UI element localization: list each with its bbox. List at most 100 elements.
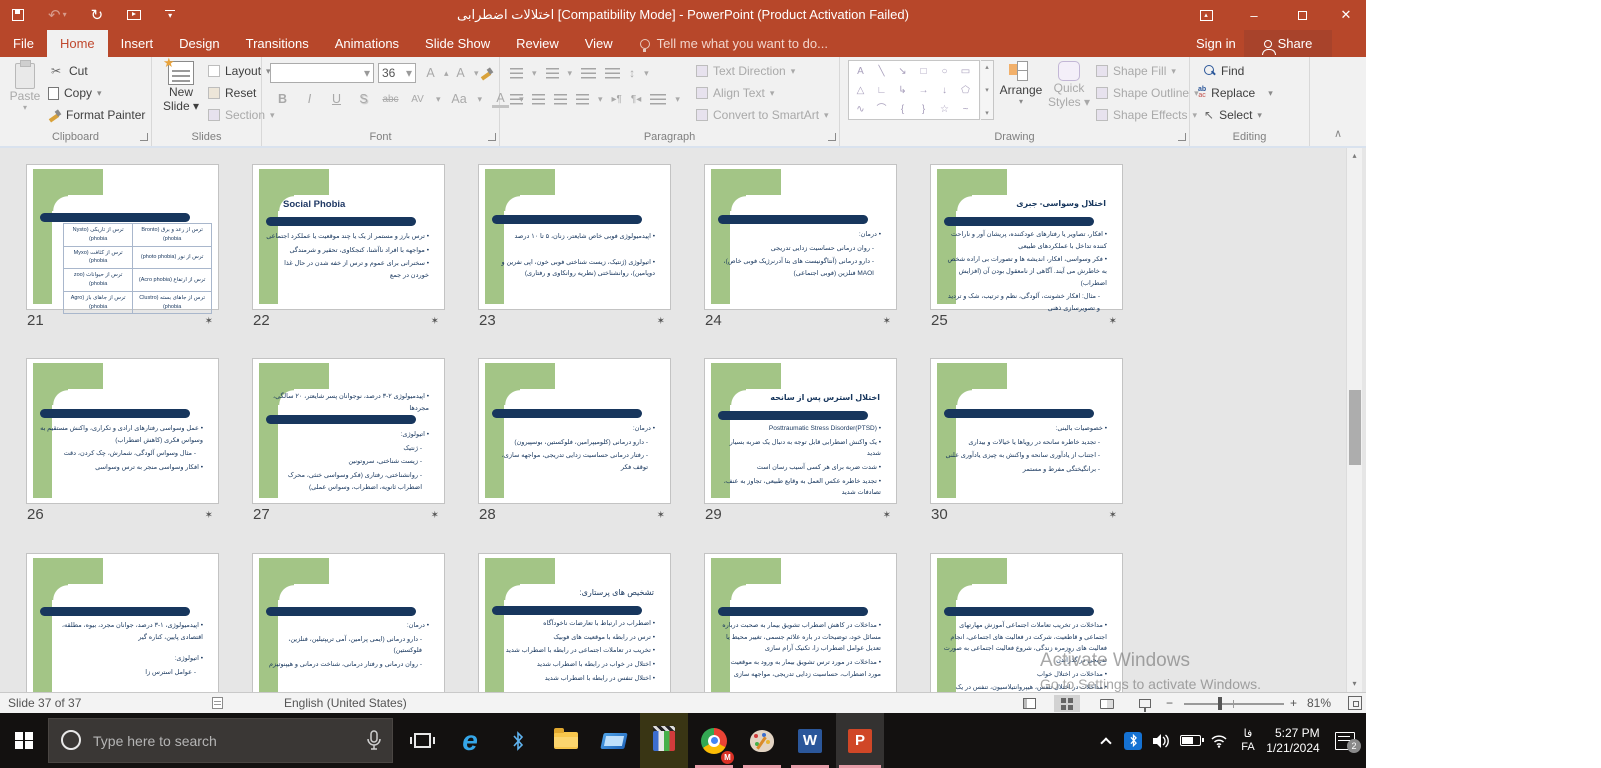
new-slide-button[interactable]: ★ New Slide ▾ bbox=[158, 61, 204, 113]
shrink-font-button[interactable]: A▾ bbox=[452, 63, 479, 83]
reading-view-button[interactable] bbox=[1094, 695, 1120, 712]
change-case-button[interactable]: Aa bbox=[451, 92, 468, 106]
sign-in-link[interactable]: Sign in bbox=[1196, 30, 1236, 57]
shape-fill-button[interactable]: Shape Fill▾ bbox=[1096, 61, 1176, 81]
bullets-button[interactable] bbox=[510, 68, 523, 79]
slide-thumbnail-34[interactable]: مداخلات در کاهش اضطراب تشویق بیمار به صح… bbox=[704, 553, 897, 692]
fit-to-window-button[interactable] bbox=[1348, 696, 1362, 710]
convert-to-smartart-button[interactable]: Convert to SmartArt▾ bbox=[696, 105, 829, 125]
text-direction-button[interactable]: Text Direction▾ bbox=[696, 61, 795, 81]
tab-insert[interactable]: Insert bbox=[108, 30, 167, 57]
font-size-combo[interactable]: 36▾ bbox=[378, 63, 416, 83]
shape-star-icon[interactable]: ☆ bbox=[934, 100, 955, 119]
slide-thumbnail-26[interactable]: عمل وسواسی رفتارهای ارادی و تکراری، واکن… bbox=[26, 358, 219, 504]
restore-button[interactable] bbox=[1280, 0, 1324, 30]
collapse-ribbon-button[interactable]: ∧ bbox=[1334, 127, 1342, 140]
ribbon-display-options-button[interactable]: ▴ bbox=[1184, 0, 1228, 30]
tab-slide-show[interactable]: Slide Show bbox=[412, 30, 503, 57]
clipboard-dialog-launcher[interactable] bbox=[140, 133, 148, 141]
slide-thumbnail-35[interactable]: مداخلات در تخریب تعاملات اجتماعی آموزش م… bbox=[930, 553, 1123, 692]
shape-down-arrow-icon[interactable]: ↓ bbox=[934, 81, 955, 100]
tab-file[interactable]: File bbox=[0, 30, 47, 57]
shapes-gallery[interactable]: A╲↘□○▭ △∟↳→↓⬠ ∿⌒{}☆~ bbox=[848, 60, 980, 120]
shape-arrow-line-icon[interactable]: ↘ bbox=[892, 62, 913, 81]
tab-transitions[interactable]: Transitions bbox=[233, 30, 322, 57]
arrange-button[interactable]: Arrange ▾ bbox=[998, 61, 1044, 106]
slide-thumbnail-27[interactable]: اپیدمیولوژی ۲-۳ درصد، نوجوانان پسر شایعت… bbox=[252, 358, 445, 504]
shape-pentagon-icon[interactable]: ⬠ bbox=[955, 81, 976, 100]
action-center-button[interactable]: 2 bbox=[1328, 713, 1362, 768]
shape-line-icon[interactable]: ╲ bbox=[871, 62, 892, 81]
shapes-more-icon[interactable]: ▾ bbox=[985, 109, 989, 117]
shape-scribble-icon[interactable]: ∿ bbox=[850, 100, 871, 119]
columns-button[interactable] bbox=[650, 94, 666, 105]
customize-qat-button[interactable]: ▾ bbox=[165, 10, 175, 20]
shapes-scroll-up-icon[interactable]: ▴ bbox=[985, 63, 989, 71]
format-painter-button[interactable]: Format Painter bbox=[48, 105, 145, 125]
shape-arc-icon[interactable]: ⌒ bbox=[871, 100, 892, 119]
normal-view-button[interactable] bbox=[1016, 695, 1042, 712]
shape-outline-button[interactable]: Shape Outline▾ bbox=[1096, 83, 1199, 103]
grow-font-button[interactable]: A▴ bbox=[422, 63, 449, 83]
task-view-button[interactable] bbox=[400, 713, 444, 768]
text-shadow-button[interactable]: S bbox=[355, 92, 372, 106]
tray-battery[interactable] bbox=[1176, 713, 1204, 768]
slide-thumbnail-31[interactable]: اپیدمیولوژی، ۱-۳ درصد، جوانان مجرد، بیوه… bbox=[26, 553, 219, 692]
taskbar-chrome[interactable]: M bbox=[692, 713, 736, 768]
align-text-button[interactable]: Align Text▾ bbox=[696, 83, 774, 103]
slide-thumbnail-21[interactable]: ترس از رعد و برق (Bronto phobia)ترس از ت… bbox=[26, 164, 219, 310]
shape-elbow-arrow-icon[interactable]: ↳ bbox=[892, 81, 913, 100]
minimize-button[interactable]: – bbox=[1232, 0, 1276, 30]
zoom-slider-track[interactable] bbox=[1184, 703, 1284, 705]
rtl-direction-button[interactable]: ¶◂ bbox=[631, 94, 641, 105]
microphone-icon[interactable] bbox=[367, 730, 381, 752]
tray-show-hidden-icons[interactable] bbox=[1094, 713, 1118, 768]
shape-right-arrow-icon[interactable]: → bbox=[913, 81, 934, 100]
scrollbar-thumb[interactable] bbox=[1349, 390, 1361, 465]
tab-design[interactable]: Design bbox=[166, 30, 232, 57]
save-button[interactable] bbox=[12, 9, 24, 21]
font-dialog-launcher[interactable] bbox=[488, 133, 496, 141]
share-button[interactable]: Share bbox=[1244, 30, 1332, 57]
shape-rounded-rect-icon[interactable]: ▭ bbox=[955, 62, 976, 81]
slide-thumbnail-22[interactable]: Social Phobia ترس بارز و مستمر از یک یا … bbox=[252, 164, 445, 310]
scroll-down-arrow[interactable]: ▾ bbox=[1347, 676, 1362, 692]
shape-brace-right-icon[interactable]: } bbox=[913, 100, 934, 119]
shape-rectangle-icon[interactable]: □ bbox=[913, 62, 934, 81]
undo-button[interactable]: ↶▾ bbox=[48, 8, 67, 23]
shape-elbow-icon[interactable]: ∟ bbox=[871, 81, 892, 100]
tab-view[interactable]: View bbox=[572, 30, 626, 57]
search-input[interactable] bbox=[93, 719, 343, 762]
italic-button[interactable]: I bbox=[301, 92, 318, 106]
taskbar-word[interactable]: W bbox=[788, 713, 832, 768]
find-button[interactable]: Find bbox=[1204, 61, 1244, 81]
slide-thumbnail-23[interactable]: اپیدمیولوژی فوبی خاص شایعتر، زنان، ۵ تا … bbox=[478, 164, 671, 310]
start-button[interactable] bbox=[0, 713, 48, 768]
slide-sorter-view-button[interactable] bbox=[1054, 695, 1080, 712]
slide-thumbnail-24[interactable]: درمان: روان درمانی حساسیت زدایی تدریجی د… bbox=[704, 164, 897, 310]
taskbar-powerpoint[interactable]: P bbox=[836, 713, 884, 768]
copy-button[interactable]: Copy▾ bbox=[48, 83, 102, 103]
shapes-gallery-scroll[interactable]: ▴▾▾ bbox=[981, 60, 994, 120]
strikethrough-button[interactable]: abc bbox=[382, 94, 399, 105]
tab-animations[interactable]: Animations bbox=[322, 30, 412, 57]
numbering-button[interactable] bbox=[546, 68, 559, 79]
shape-textbox-icon[interactable]: A bbox=[850, 62, 871, 81]
align-center-button[interactable] bbox=[532, 94, 545, 105]
shape-curve-icon[interactable]: ~ bbox=[955, 100, 976, 119]
vertical-scrollbar[interactable]: ▴ ▾ bbox=[1346, 148, 1362, 692]
tab-home[interactable]: Home bbox=[47, 30, 108, 57]
justify-button[interactable] bbox=[576, 94, 589, 105]
cut-button[interactable]: ✂Cut bbox=[48, 61, 88, 81]
shape-effects-button[interactable]: Shape Effects▾ bbox=[1096, 105, 1197, 125]
tray-language[interactable]: فاFA bbox=[1234, 713, 1262, 768]
align-right-button[interactable] bbox=[554, 94, 567, 105]
shape-brace-left-icon[interactable]: { bbox=[892, 100, 913, 119]
taskbar-blue-app[interactable] bbox=[592, 713, 636, 768]
slide-sorter-pane[interactable]: ترس از رعد و برق (Bronto phobia)ترس از ت… bbox=[0, 148, 1366, 692]
drawing-dialog-launcher[interactable] bbox=[1178, 133, 1186, 141]
slide-show-button[interactable] bbox=[1132, 695, 1158, 712]
align-left-button[interactable] bbox=[510, 94, 523, 105]
clear-formatting-button[interactable] bbox=[480, 63, 493, 83]
tray-bluetooth[interactable] bbox=[1120, 713, 1146, 768]
